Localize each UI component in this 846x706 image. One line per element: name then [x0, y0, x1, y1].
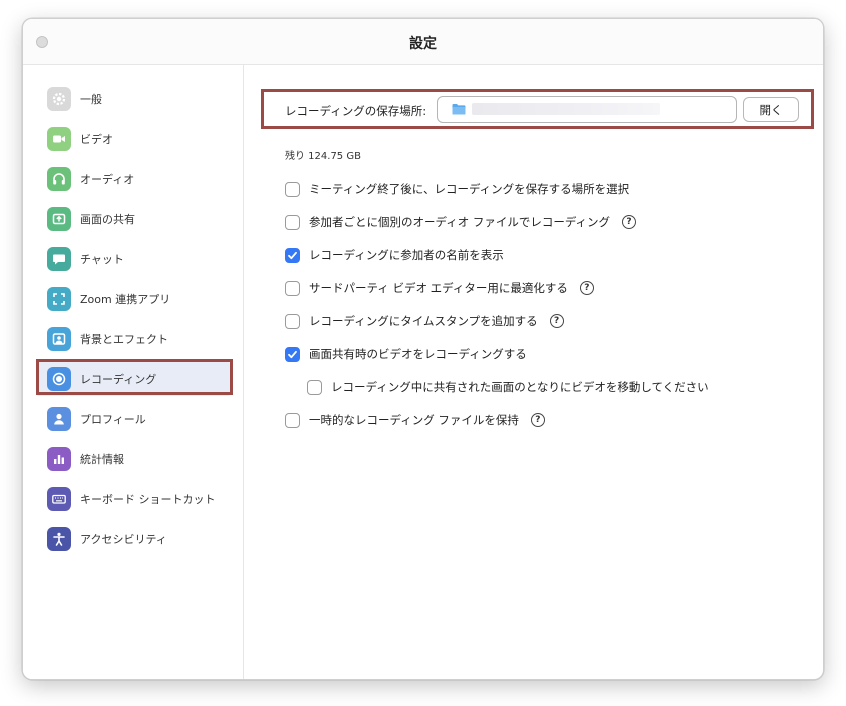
folder-icon [452, 104, 466, 115]
option-choose-location-after-meeting[interactable]: ミーティング終了後に、レコーディングを保存する場所を選択 [285, 180, 629, 198]
sidebar-item-accessibility[interactable]: アクセシビリティ [37, 522, 230, 556]
recording-settings-panel: レコーディングの保存場所: 開く 残り 124.75 GB ミーティング終了後に… [245, 65, 823, 679]
save-location-label: レコーディングの保存場所: [285, 104, 427, 118]
sidebar-item-label: Zoom 連携アプリ [80, 293, 171, 306]
checkbox-checked[interactable] [285, 247, 300, 263]
sidebar-item-label: オーディオ [80, 173, 135, 186]
apps-icon [47, 287, 71, 311]
option-keep-temporary-files[interactable]: 一時的なレコーディング ファイルを保持 ? [285, 411, 545, 429]
settings-sidebar: 一般 ビデオ オーディオ 画面の共有 チャット Zoom 連携アプリ 背景とエフ… [23, 65, 244, 679]
gear-icon [47, 87, 71, 111]
option-label: レコーディングに参加者の名前を表示 [309, 248, 504, 262]
save-location-highlight-box: レコーディングの保存場所: 開く [261, 89, 814, 129]
person-icon [47, 407, 71, 431]
sidebar-item-label: 一般 [80, 93, 102, 106]
option-label: 参加者ごとに個別のオーディオ ファイルでレコーディング [309, 215, 611, 229]
sidebar-item-zoom-apps[interactable]: Zoom 連携アプリ [37, 282, 230, 316]
sidebar-item-recording[interactable]: レコーディング [37, 362, 230, 396]
option-show-participant-names[interactable]: レコーディングに参加者の名前を表示 [285, 246, 504, 264]
help-icon[interactable]: ? [579, 281, 594, 295]
sidebar-item-label: チャット [80, 253, 124, 266]
checkbox[interactable] [285, 214, 300, 230]
remaining-storage-text: 残り 124.75 GB [285, 151, 361, 162]
help-icon[interactable]: ? [622, 215, 637, 229]
sidebar-item-label: キーボード ショートカット [80, 493, 216, 506]
title-bar: 設定 [23, 19, 823, 65]
video-camera-icon [47, 127, 71, 151]
share-screen-icon [47, 207, 71, 231]
option-optimize-third-party-editor[interactable]: サードパーティ ビデオ エディター用に最適化する ? [285, 279, 594, 297]
sidebar-item-label: 背景とエフェクト [80, 333, 168, 346]
save-location-path-field[interactable] [437, 96, 737, 123]
option-label: ミーティング終了後に、レコーディングを保存する場所を選択 [309, 182, 630, 196]
blurred-path-text [472, 103, 660, 115]
sidebar-item-label: 画面の共有 [80, 213, 135, 226]
option-separate-audio-files[interactable]: 参加者ごとに個別のオーディオ ファイルでレコーディング ? [285, 213, 637, 231]
option-add-timestamp[interactable]: レコーディングにタイムスタンプを追加する ? [285, 312, 564, 330]
checkbox[interactable] [285, 412, 300, 428]
checkbox[interactable] [285, 313, 300, 329]
sidebar-item-profile[interactable]: プロフィール [37, 402, 230, 436]
sidebar-item-chat[interactable]: チャット [37, 242, 230, 276]
checkbox[interactable] [285, 280, 300, 296]
option-label: サードパーティ ビデオ エディター用に最適化する [309, 281, 568, 295]
open-folder-button[interactable]: 開く [743, 97, 799, 122]
keyboard-icon [47, 487, 71, 511]
sidebar-item-label: ビデオ [80, 133, 113, 146]
sidebar-item-video[interactable]: ビデオ [37, 122, 230, 156]
sidebar-item-label: 統計情報 [80, 453, 124, 466]
checkbox[interactable] [285, 181, 300, 197]
background-icon [47, 327, 71, 351]
option-label: 一時的なレコーディング ファイルを保持 [309, 413, 519, 427]
checkmark-icon [288, 350, 297, 358]
sidebar-item-keyboard-shortcuts[interactable]: キーボード ショートカット [37, 482, 230, 516]
help-icon[interactable]: ? [530, 413, 545, 427]
accessibility-icon [47, 527, 71, 551]
sidebar-item-label: レコーディング [80, 373, 157, 386]
window-title: 設定 [409, 36, 437, 52]
sidebar-item-label: プロフィール [80, 413, 146, 426]
headphones-icon [47, 167, 71, 191]
option-label: レコーディング中に共有された画面のとなりにビデオを移動してください [331, 380, 709, 394]
option-record-video-during-share[interactable]: 画面共有時のビデオをレコーディングする [285, 345, 527, 363]
sidebar-item-share-screen[interactable]: 画面の共有 [37, 202, 230, 236]
bar-chart-icon [47, 447, 71, 471]
settings-window: 設定 一般 ビデオ オーディオ 画面の共有 チャット Zoom 連携アプリ 背景… [22, 18, 824, 680]
checkmark-icon [288, 251, 297, 259]
option-label: 画面共有時のビデオをレコーディングする [309, 347, 527, 361]
sidebar-item-general[interactable]: 一般 [37, 82, 230, 116]
checkbox[interactable] [307, 379, 322, 395]
option-move-video-next-to-shared-screen[interactable]: レコーディング中に共有された画面のとなりにビデオを移動してください [307, 378, 709, 396]
sidebar-item-audio[interactable]: オーディオ [37, 162, 230, 196]
sidebar-item-label: アクセシビリティ [80, 533, 167, 546]
option-label: レコーディングにタイムスタンプを追加する [309, 314, 538, 328]
help-icon[interactable]: ? [549, 314, 564, 328]
sidebar-item-statistics[interactable]: 統計情報 [37, 442, 230, 476]
sidebar-item-background[interactable]: 背景とエフェクト [37, 322, 230, 356]
record-icon [47, 367, 71, 391]
checkbox-checked[interactable] [285, 346, 300, 362]
chat-bubble-icon [47, 247, 71, 271]
